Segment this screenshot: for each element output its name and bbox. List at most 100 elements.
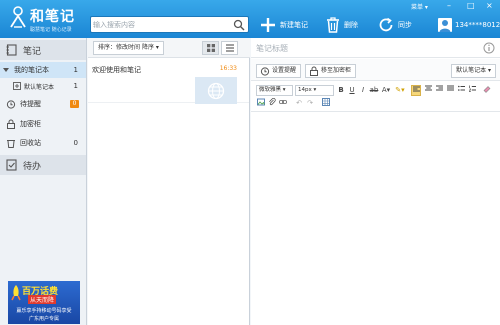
strikethrough-button[interactable]: ab xyxy=(369,85,379,96)
set-reminder-label: 设置提醒 xyxy=(272,67,297,74)
grid-view-button[interactable] xyxy=(202,41,219,55)
new-note-button[interactable]: 新建笔记 xyxy=(259,14,308,36)
font-color-button[interactable]: A▾ xyxy=(381,85,391,96)
delete-button[interactable]: 删除 xyxy=(325,14,358,36)
lock-icon xyxy=(310,66,318,76)
app-logo-icon xyxy=(10,6,26,28)
sort-order: 降序 xyxy=(141,44,154,51)
maximize-button[interactable]: □ xyxy=(467,2,475,10)
lock-icon xyxy=(7,119,15,129)
note-content-area[interactable] xyxy=(251,111,500,325)
search-box[interactable] xyxy=(90,16,249,33)
sort-label: 排序：修改时间 xyxy=(98,44,141,51)
italic-button[interactable]: I xyxy=(358,85,368,96)
alarm-icon xyxy=(260,67,270,76)
note-time: 16:33 xyxy=(219,65,237,72)
promo-banner[interactable]: 百万话费 从天而降 赢乐享手持移动号码享受 广东用户专属 xyxy=(8,281,80,324)
sidebar-item-label: 待提醒 xyxy=(20,100,41,108)
set-reminder-button[interactable]: 设置提醒 xyxy=(256,64,302,78)
menu-button[interactable]: 菜单 ▾ xyxy=(411,2,428,11)
plus-icon xyxy=(261,18,275,32)
sidebar-item-count: 1 xyxy=(73,82,78,90)
numbered-list-icon xyxy=(468,85,476,92)
sidebar-item-default-notebook[interactable]: 默认笔记本 1 xyxy=(0,78,86,94)
sort-dropdown[interactable]: 排序：修改时间 降序 ▾ xyxy=(93,41,164,55)
sidebar-item-my-notebook[interactable]: 我的笔记本 1 xyxy=(0,62,86,78)
notebook-select[interactable]: 默认笔记本 ▾ xyxy=(451,64,496,78)
list-view-button[interactable] xyxy=(221,41,238,55)
list-item[interactable]: 欢迎使用和笔记 16:33 xyxy=(88,59,249,104)
font-size-select[interactable]: 14px ▾ xyxy=(295,85,334,96)
bullet-list-icon xyxy=(457,85,465,91)
insert-table-button[interactable] xyxy=(321,98,331,109)
align-right-button[interactable] xyxy=(434,85,444,96)
minimize-button[interactable]: – xyxy=(447,2,451,10)
align-center-button[interactable] xyxy=(423,85,433,96)
notes-section-header[interactable]: 笔记 xyxy=(0,40,86,60)
redo-button[interactable]: ↷ xyxy=(305,98,315,109)
avatar[interactable] xyxy=(438,18,452,32)
grid-icon xyxy=(206,44,215,52)
align-justify-icon xyxy=(446,85,454,91)
sync-button[interactable]: 同步 xyxy=(377,14,412,36)
alarm-icon xyxy=(6,100,16,109)
highlight-button[interactable]: ✎▾ xyxy=(395,85,405,96)
sidebar-item-recycle-bin[interactable]: 回收站 0 xyxy=(0,135,86,151)
note-title-field[interactable] xyxy=(256,41,476,55)
sidebar: 笔记 我的笔记本 1 默认笔记本 1 待提醒 0 加密柜 回收站 0 待办 百万… xyxy=(0,38,87,325)
insert-image-button[interactable] xyxy=(256,98,266,109)
sync-icon xyxy=(379,17,393,32)
new-note-label: 新建笔记 xyxy=(280,21,308,29)
sidebar-item-label: 加密柜 xyxy=(20,120,41,128)
link-button[interactable] xyxy=(278,98,288,109)
bullet-list-button[interactable] xyxy=(456,85,466,96)
undo-button[interactable]: ↶ xyxy=(294,98,304,109)
align-right-icon xyxy=(435,85,443,91)
font-family-value: 微软雅黑 xyxy=(259,87,282,93)
note-list-panel: 排序：修改时间 降序 ▾ 欢迎使用和笔记 16:33 xyxy=(88,38,250,325)
search-icon[interactable] xyxy=(233,19,245,31)
globe-icon xyxy=(207,82,225,99)
numbered-list-button[interactable] xyxy=(467,85,477,96)
move-to-vault-button[interactable]: 移至加密柜 xyxy=(305,64,357,78)
table-icon xyxy=(322,98,330,106)
image-icon xyxy=(257,98,265,106)
attachment-button[interactable] xyxy=(267,98,277,109)
todo-section-header[interactable]: 待办 xyxy=(0,155,86,175)
plus-box-icon xyxy=(13,82,21,90)
eraser-icon xyxy=(483,86,491,93)
notebook-select-value: 默认笔记本 xyxy=(456,67,487,74)
bold-button[interactable]: B xyxy=(336,85,346,96)
format-toolbar: 微软雅黑 ▾ 14px ▾ B U I ab A▾ ✎▾ xyxy=(251,84,500,97)
checklist-icon xyxy=(6,159,17,171)
user-phone[interactable]: 134****8012 xyxy=(455,21,500,29)
notebook-icon xyxy=(6,44,17,56)
eraser-button[interactable] xyxy=(482,85,492,96)
delete-label: 删除 xyxy=(344,21,358,29)
note-title-row xyxy=(251,38,500,58)
align-justify-button[interactable] xyxy=(445,85,455,96)
notes-header-label: 笔记 xyxy=(23,46,42,57)
triangle-down-icon xyxy=(3,68,9,72)
note-title: 欢迎使用和笔记 xyxy=(92,66,141,74)
move-to-vault-label: 移至加密柜 xyxy=(321,67,352,74)
link-icon xyxy=(279,100,287,104)
app-slogan: 聪慧笔记 随心记录 xyxy=(30,27,72,33)
font-size-value: 14px xyxy=(298,87,312,93)
todo-header-label: 待办 xyxy=(23,161,42,172)
app-name: 和笔记 xyxy=(30,9,75,25)
font-family-select[interactable]: 微软雅黑 ▾ xyxy=(256,85,293,96)
underline-button[interactable]: U xyxy=(347,85,357,96)
info-icon[interactable] xyxy=(483,42,495,54)
promo-line: 广东用户专属 xyxy=(28,316,59,322)
search-input[interactable] xyxy=(93,18,231,31)
align-left-button[interactable] xyxy=(411,85,421,96)
attachment-icon xyxy=(269,98,276,106)
note-action-bar: 设置提醒 移至加密柜 默认笔记本 ▾ xyxy=(251,59,500,81)
menu-label: 菜单 xyxy=(411,4,424,11)
close-button[interactable]: × xyxy=(486,2,493,10)
sidebar-item-reminders[interactable]: 待提醒 0 xyxy=(0,96,86,112)
sidebar-item-vault[interactable]: 加密柜 xyxy=(0,116,86,132)
title-bar: 和笔记 聪慧笔记 随心记录 新建笔记 删除 同步 菜单 ▾ – □ × xyxy=(0,0,500,38)
sidebar-item-label: 我的笔记本 xyxy=(14,66,49,74)
